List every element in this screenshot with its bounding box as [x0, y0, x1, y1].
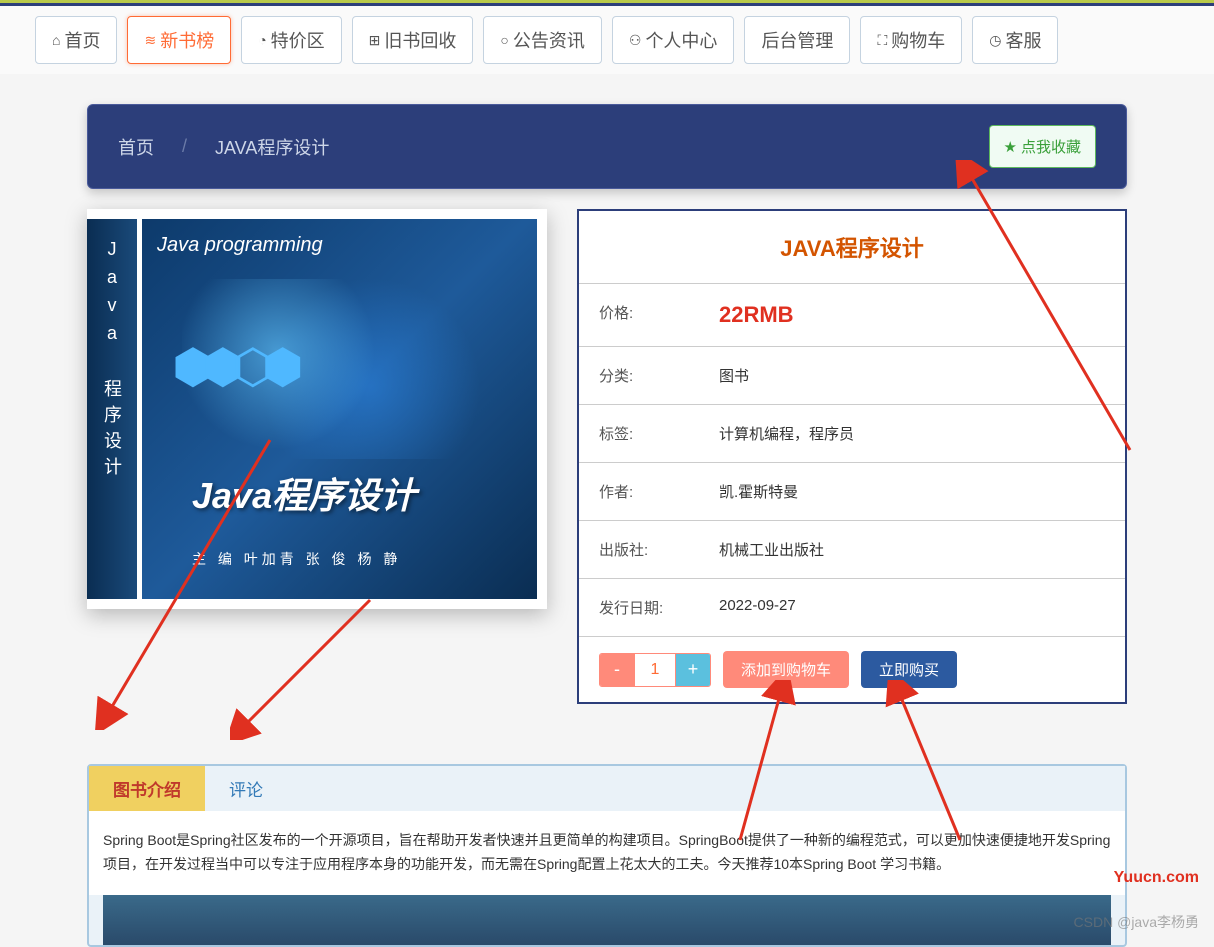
info-label: 分类: [599, 365, 719, 386]
nav-label: 个人中心 [645, 27, 717, 53]
qty-input[interactable] [634, 654, 676, 686]
info-label: 发行日期: [599, 597, 719, 618]
nav-icon: ≋ [144, 32, 156, 49]
nav-icon: ○ [500, 32, 508, 48]
info-label: 标签: [599, 423, 719, 444]
nav-label: 购物车 [891, 27, 945, 53]
info-value: 计算机编程，程序员 [719, 423, 854, 444]
nav-icon: ⊞ [369, 32, 381, 49]
nav-icon: ◔ [258, 32, 266, 48]
info-label: 作者: [599, 481, 719, 502]
nav-label: 旧书回收 [384, 27, 456, 53]
nav-1[interactable]: ≋新书榜 [127, 16, 231, 64]
tab-row: 图书介绍评论 [89, 766, 1125, 811]
main-nav: ⌂首页≋新书榜◔特价区⊞旧书回收○公告资讯⚇个人中心后台管理⛶购物车◷客服 [0, 6, 1214, 74]
nav-icon: ⚇ [629, 32, 642, 49]
qty-minus-button[interactable]: - [600, 654, 634, 686]
info-value: 2022-09-27 [719, 597, 796, 618]
nav-label: 后台管理 [761, 27, 833, 53]
info-value: 机械工业出版社 [719, 539, 824, 560]
product-image: Java 程序设计 Java programming ⬢⬢⬡⬢ Java程序设计… [87, 209, 547, 609]
nav-2[interactable]: ◔ 特价区 [241, 16, 341, 64]
nav-label: 公告资讯 [513, 27, 585, 53]
info-value: 22RMB [719, 302, 794, 328]
product-info: JAVA程序设计 价格:22RMB分类:图书标签:计算机编程，程序员作者:凯.霍… [577, 209, 1127, 704]
breadcrumb-sep: / [182, 136, 187, 157]
book-authors: 主 编 叶加青 张 俊 杨 静 [192, 549, 401, 569]
info-row: 作者:凯.霍斯特曼 [579, 463, 1125, 521]
hex-decoration: ⬢⬢⬡⬢ [172, 339, 292, 395]
info-row: 分类:图书 [579, 347, 1125, 405]
nav-7[interactable]: ⛶购物车 [860, 16, 962, 64]
info-row: 发行日期:2022-09-27 [579, 579, 1125, 637]
nav-8[interactable]: ◷客服 [972, 16, 1058, 64]
book-title: Java程序设计 [192, 467, 416, 519]
info-value: 图书 [719, 365, 749, 386]
description-box: 图书介绍评论 Spring Boot是Spring社区发布的一个开源项目，旨在帮… [87, 764, 1127, 947]
action-row: - + 添加到购物车 立即购买 [579, 637, 1125, 702]
nav-0[interactable]: ⌂首页 [35, 16, 117, 64]
tab-评论[interactable]: 评论 [205, 766, 287, 811]
favorite-button[interactable]: 点我收藏 [989, 125, 1096, 168]
info-value: 凯.霍斯特曼 [719, 481, 798, 502]
info-row: 标签:计算机编程，程序员 [579, 405, 1125, 463]
nav-label: 新书榜 [160, 27, 214, 53]
watermark-csdn: CSDN @java李杨勇 [1074, 912, 1199, 932]
breadcrumb-home[interactable]: 首页 [118, 134, 154, 160]
add-to-cart-button[interactable]: 添加到购物车 [723, 651, 849, 688]
book-spine: Java 程序设计 [87, 219, 137, 599]
quantity-stepper[interactable]: - + [599, 653, 711, 687]
qty-plus-button[interactable]: + [676, 654, 710, 686]
nav-icon: ◷ [989, 32, 1001, 49]
info-label: 出版社: [599, 539, 719, 560]
nav-5[interactable]: ⚇个人中心 [612, 16, 735, 64]
breadcrumb-current: JAVA程序设计 [215, 134, 329, 160]
nav-label: 特价区 [271, 27, 325, 53]
description-text: Spring Boot是Spring社区发布的一个开源项目，旨在帮助开发者快速并… [89, 811, 1125, 895]
nav-icon: ⌂ [52, 32, 60, 48]
nav-label: 客服 [1005, 27, 1041, 53]
buy-now-button[interactable]: 立即购买 [861, 651, 957, 688]
breadcrumb: 首页 / JAVA程序设计 点我收藏 [87, 104, 1127, 189]
info-label: 价格: [599, 302, 719, 328]
tab-图书介绍[interactable]: 图书介绍 [89, 766, 205, 811]
nav-6[interactable]: 后台管理 [744, 16, 850, 64]
nav-4[interactable]: ○ 公告资讯 [483, 16, 601, 64]
description-image [103, 895, 1111, 945]
product-title: JAVA程序设计 [579, 211, 1125, 284]
nav-3[interactable]: ⊞旧书回收 [352, 16, 474, 64]
info-row: 出版社:机械工业出版社 [579, 521, 1125, 579]
info-row: 价格:22RMB [579, 284, 1125, 347]
nav-label: 首页 [64, 27, 100, 53]
book-subtitle: Java programming [157, 234, 522, 257]
watermark-site: Yuucn.com [1114, 869, 1199, 887]
nav-icon: ⛶ [877, 32, 887, 49]
